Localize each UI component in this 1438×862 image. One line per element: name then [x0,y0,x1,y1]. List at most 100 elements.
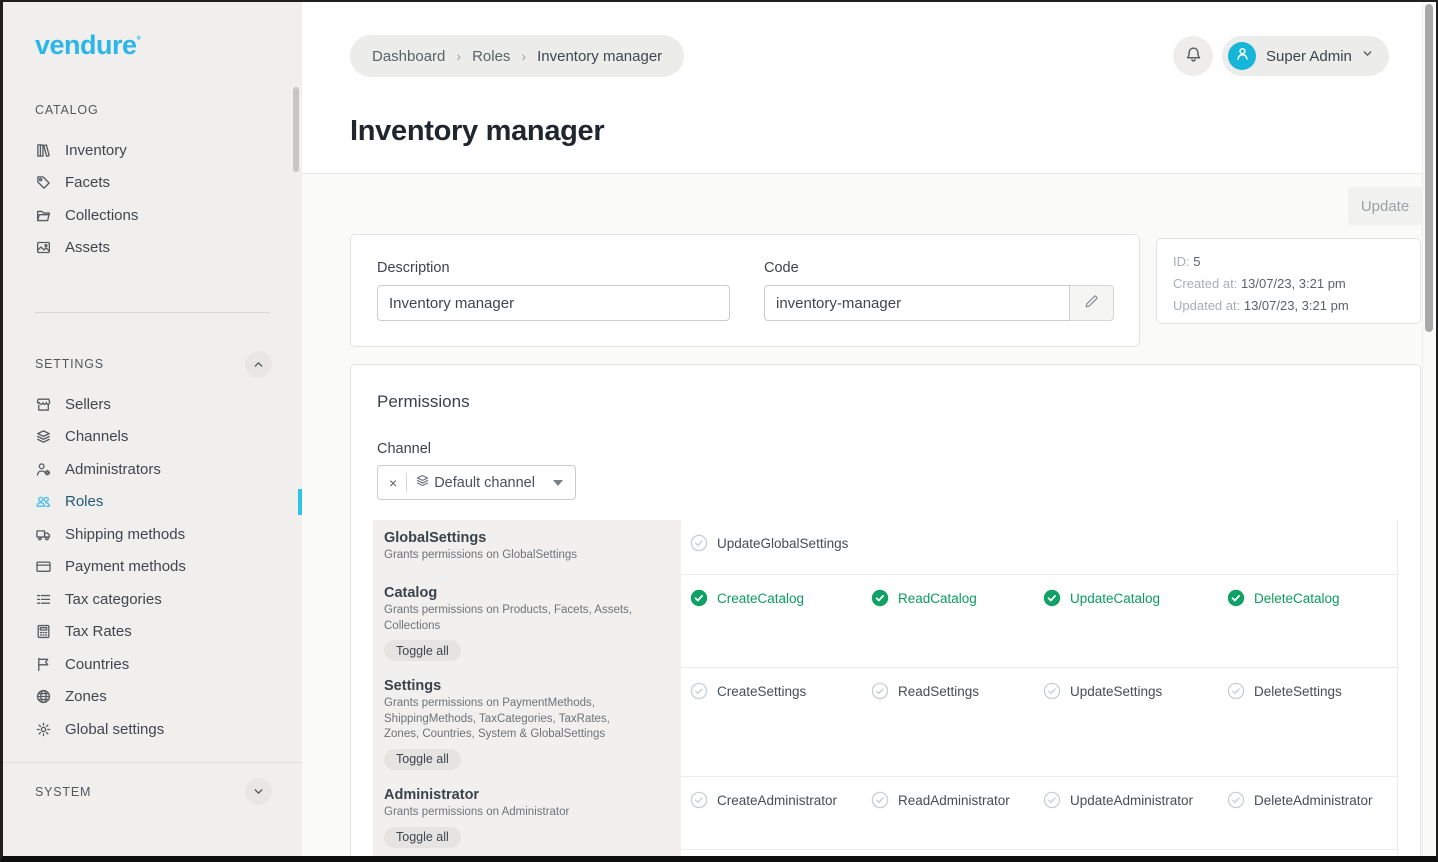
permission-label: DeleteSettings [1254,684,1342,699]
permission-items: CreateAdministrator ReadAdministrator Upda… [681,777,1398,850]
update-button[interactable]: Update [1348,187,1422,225]
permission-checkbox-CreateSettings[interactable]: CreateSettings [690,681,871,701]
permission-group-description: Grants permissions on PaymentMethods, Sh… [384,696,636,743]
administrators-icon [35,461,52,478]
sidebar-item-label: Tax categories [65,591,162,608]
vendure-logo: vendure° [35,30,302,61]
sidebar-item-payment-methods[interactable]: Payment methods [3,551,302,584]
permission-checkbox-CreateAdministrator[interactable]: CreateAdministrator [690,790,871,810]
sidebar-item-tax-rates[interactable]: Tax Rates [3,616,302,649]
sidebar-item-roles[interactable]: Roles [3,486,302,519]
permission-group-name: GlobalSettings [384,530,669,546]
sidebar-item-collections[interactable]: Collections [3,199,302,232]
toggle-all-button[interactable]: Toggle all [384,640,461,661]
page-scrollbar-thumb[interactable] [1425,4,1433,332]
permission-label: UpdateCatalog [1070,591,1160,606]
breadcrumb-item-roles[interactable]: Roles [472,48,510,65]
permissions-table: GlobalSettings Grants permissions on Glob… [373,520,1398,856]
sidebar: vendure° CATALOG InventoryFacetsCollectio… [3,2,302,856]
sidebar-item-administrators[interactable]: Administrators [3,453,302,486]
permission-checkbox-UpdateGlobalSettings[interactable]: UpdateGlobalSettings [690,533,871,553]
permission-row-catalog: CatalogGrants permissions on Products, F… [373,575,1398,668]
permission-checkbox-CreateCatalog[interactable]: CreateCatalog [690,588,871,608]
notifications-button[interactable] [1173,36,1213,76]
meta-updated-row: Updated at: 13/07/23, 3:21 pm [1173,295,1404,317]
permission-checkbox-DeleteCatalog[interactable]: DeleteCatalog [1227,588,1397,608]
sidebar-item-sellers[interactable]: Sellers [3,388,302,421]
permissions-heading: Permissions [377,392,470,412]
edit-code-button[interactable] [1070,285,1114,321]
global-settings-icon [35,721,52,738]
sidebar-item-label: Zones [65,688,107,705]
sidebar-item-inventory[interactable]: Inventory [3,134,302,167]
user-menu[interactable]: Super Admin [1222,36,1389,76]
code-input[interactable] [764,285,1070,321]
sidebar-item-shipping-methods[interactable]: Shipping methods [3,518,302,551]
countries-icon [35,656,52,673]
facets-icon [35,174,52,191]
collapse-section-button[interactable] [245,778,272,805]
x-icon[interactable]: × [389,476,397,490]
collapse-section-button[interactable] [245,351,272,378]
sidebar-nav: CATALOG InventoryFacetsCollections Assets S… [3,99,302,803]
updated-value: 13/07/23, 3:21 pm [1244,298,1349,313]
shipping-icon [35,526,52,543]
sidebar-item-assets[interactable]: Assets [3,232,302,265]
permission-group-name: Catalog [384,585,669,601]
permission-items: CreateCatalog ReadCatalog UpdateCatalog Del… [681,575,1398,668]
permission-label: ReadAdministrator [898,793,1010,808]
sidebar-item-facets[interactable]: Facets [3,167,302,200]
toggle-all-button[interactable]: Toggle all [384,827,461,848]
permission-checkbox-UpdateSettings[interactable]: UpdateSettings [1043,681,1227,701]
permission-group-description: Grants permissions on GlobalSettings [384,548,636,564]
check-circle-checked-icon [1227,589,1245,607]
permission-items: CreateSettings ReadSettings UpdateSettings… [681,668,1398,777]
collections-icon [35,207,52,224]
permission-checkbox-UpdateAdministrator[interactable]: UpdateAdministrator [1043,790,1227,810]
user-name: Super Admin [1266,48,1352,65]
permission-label: ReadSettings [898,684,979,699]
check-circle-unchecked-icon [1043,682,1061,700]
code-field-group: Code [764,260,1114,346]
sidebar-item-channels[interactable]: Channels [3,421,302,454]
sidebar-item-countries[interactable]: Countries [3,648,302,681]
sidebar-item-zones[interactable]: Zones [3,681,302,714]
sidebar-item-label: Sellers [65,396,111,413]
permission-checkbox-ReadSettings[interactable]: ReadSettings [871,681,1043,701]
channel-select[interactable]: × Default channel [377,465,576,500]
toggle-all-button[interactable]: Toggle all [384,749,461,770]
permission-group-info: GlobalSettings Grants permissions on Glob… [373,520,681,575]
permission-checkbox-DeleteSettings[interactable]: DeleteSettings [1227,681,1397,701]
sidebar-item-tax-categories[interactable]: Tax categories [3,583,302,616]
check-circle-checked-icon [871,589,889,607]
person-icon [1234,45,1251,67]
description-input[interactable] [377,285,730,321]
breadcrumb: Dashboard›Roles›Inventory manager [350,35,684,77]
channels-icon [35,428,52,445]
permission-checkbox-ReadCatalog[interactable]: ReadCatalog [871,588,1043,608]
permission-label: DeleteAdministrator [1254,793,1373,808]
permission-group-info: CatalogGrants permissions on Products, F… [373,575,681,668]
permission-checkbox-ReadAdministrator[interactable]: ReadAdministrator [871,790,1043,810]
check-circle-unchecked-icon [690,534,708,552]
sidebar-item-label: Global settings [65,721,164,738]
updated-label: Updated at: [1173,298,1240,313]
permission-checkbox-UpdateCatalog[interactable]: UpdateCatalog [1043,588,1227,608]
content: Update Description Code ID [302,174,1436,856]
caret-down-icon[interactable] [553,480,563,486]
page-scrollbar[interactable] [1422,2,1436,856]
breadcrumb-item-dashboard[interactable]: Dashboard [372,48,445,65]
permission-label: DeleteCatalog [1254,591,1340,606]
permission-checkbox-DeleteAdministrator[interactable]: DeleteAdministrator [1227,790,1397,810]
sidebar-item-label: Assets [65,239,110,256]
sidebar-item-label: Channels [65,428,128,445]
breadcrumb-item-inventory-manager: Inventory manager [537,48,662,65]
id-label: ID: [1173,254,1190,269]
permission-label: ReadCatalog [898,591,977,606]
sidebar-item-global-settings[interactable]: Global settings [3,713,302,746]
sidebar-section-header-catalog: CATALOG [3,99,302,121]
channel-label: Channel [377,441,431,457]
role-detail-card: Description Code [350,234,1140,347]
meta-created-row: Created at: 13/07/23, 3:21 pm [1173,273,1404,295]
chevron-down-icon [1361,47,1374,65]
